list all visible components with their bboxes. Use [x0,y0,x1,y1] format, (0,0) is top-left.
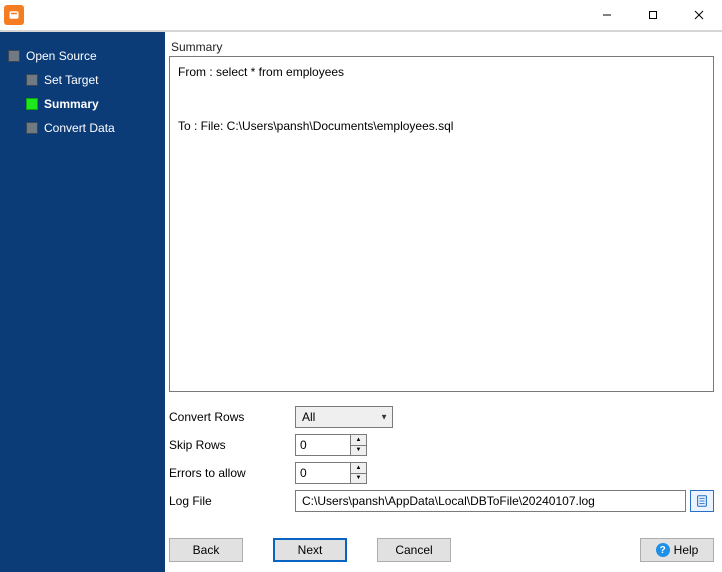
errors-input[interactable] [296,463,350,483]
spin-down-icon[interactable]: ▼ [351,446,366,456]
errors-label: Errors to allow [169,466,295,480]
step-node-icon [26,98,38,110]
window-maximize-button[interactable] [630,0,676,30]
step-node-icon [8,50,20,62]
window-close-button[interactable] [676,0,722,30]
sidebar-item-summary[interactable]: Summary [8,92,165,116]
cancel-button[interactable]: Cancel [377,538,451,562]
errors-stepper[interactable]: ▲ ▼ [295,462,367,484]
document-icon [695,494,709,508]
summary-textarea[interactable]: From : select * from employees To : File… [169,56,714,392]
log-file-label: Log File [169,494,295,508]
help-icon: ? [656,543,670,557]
next-button[interactable]: Next [273,538,347,562]
sidebar-item-set-target[interactable]: Set Target [8,68,165,92]
log-file-input[interactable] [295,490,686,512]
skip-rows-input[interactable] [296,435,350,455]
sidebar-item-label: Convert Data [44,121,115,135]
sidebar-item-label: Summary [44,97,99,111]
summary-group-label: Summary [169,36,714,56]
step-node-icon [26,74,38,86]
help-button[interactable]: ? Help [640,538,714,562]
spin-up-icon[interactable]: ▲ [351,435,366,446]
chevron-down-icon: ▼ [380,413,388,422]
sidebar-item-open-source[interactable]: Open Source [8,44,165,68]
back-button[interactable]: Back [169,538,243,562]
spin-down-icon[interactable]: ▼ [351,474,366,484]
convert-rows-select[interactable]: All ▼ [295,406,393,428]
window-minimize-button[interactable] [584,0,630,30]
spin-up-icon[interactable]: ▲ [351,463,366,474]
browse-log-button[interactable] [690,490,714,512]
select-value: All [302,410,315,424]
convert-rows-label: Convert Rows [169,410,295,424]
sidebar-item-convert-data[interactable]: Convert Data [8,116,165,140]
sidebar-item-label: Set Target [44,73,98,87]
button-label: Next [298,543,323,557]
skip-rows-stepper[interactable]: ▲ ▼ [295,434,367,456]
step-node-icon [26,122,38,134]
wizard-sidebar: Open Source Set Target Summary Convert D… [0,32,165,572]
sidebar-item-label: Open Source [26,49,97,63]
button-label: Back [193,543,220,557]
skip-rows-label: Skip Rows [169,438,295,452]
button-label: Help [674,543,699,557]
app-icon [4,5,24,25]
button-label: Cancel [395,543,432,557]
